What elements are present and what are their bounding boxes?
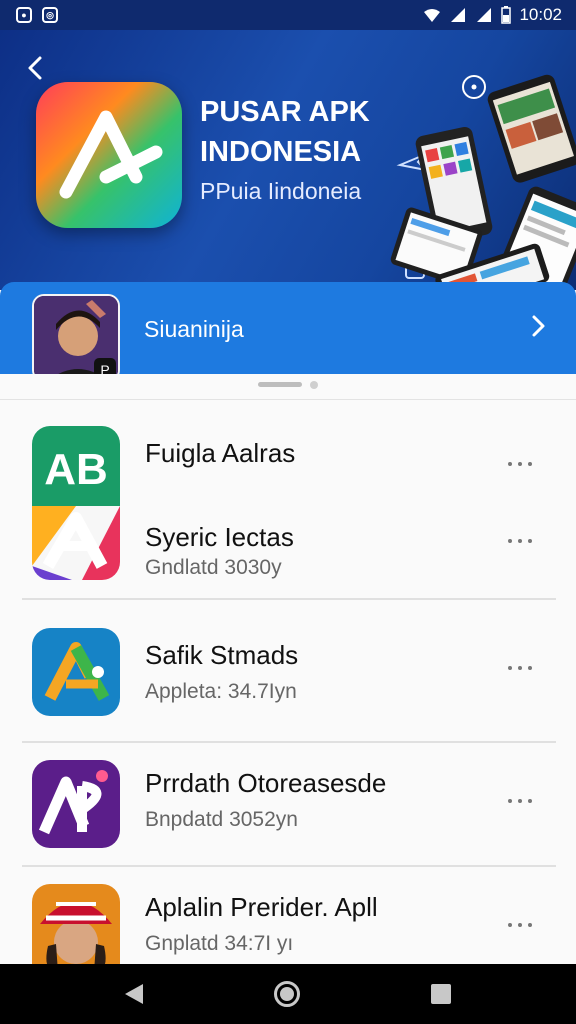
divider xyxy=(22,598,556,600)
notification-icon: ● xyxy=(16,7,32,23)
app-subtitle: Bnpdatd 3052yn xyxy=(145,808,298,831)
app-subtitle: Gndlatd 3030y xyxy=(145,556,282,579)
account-bar[interactable]: P Siuaninija xyxy=(0,282,576,382)
drag-handle-dot xyxy=(310,381,318,389)
hero-title: PUSAR APK INDONESIA xyxy=(200,96,370,168)
more-options-icon[interactable] xyxy=(508,664,532,672)
more-options-icon[interactable] xyxy=(508,797,532,805)
app-subtitle: Appleta: 34.7Iyn xyxy=(145,680,297,703)
app-icon-safik[interactable] xyxy=(32,628,120,716)
divider xyxy=(22,865,556,867)
signal-icon xyxy=(451,8,466,22)
nav-recents-icon[interactable] xyxy=(430,984,451,1004)
back-arrow-icon[interactable] xyxy=(22,54,50,82)
status-time: 10:02 xyxy=(519,5,562,24)
drag-handle[interactable] xyxy=(258,382,302,387)
battery-icon xyxy=(501,6,512,24)
more-options-icon[interactable] xyxy=(508,921,532,929)
hero-banner: PUSAR APK INDONESIA PPuia Iindoneia xyxy=(0,30,576,290)
signal-icon xyxy=(477,8,492,22)
app-title[interactable]: Fuigla Aalras xyxy=(145,438,295,469)
person-avatar-icon: P xyxy=(34,296,118,380)
avatar: P xyxy=(32,294,120,382)
system-nav-bar xyxy=(0,964,576,1024)
app-title[interactable]: Syeric Iectas xyxy=(145,522,294,553)
app-icon-aplalin[interactable] xyxy=(32,884,120,964)
more-options-icon[interactable] xyxy=(508,537,532,545)
logo-a-icon xyxy=(59,110,163,199)
app-title[interactable]: Safik Stmads xyxy=(145,640,298,671)
notification-icon: ◎ xyxy=(42,7,58,23)
hero-subtitle: PPuia Iindoneia xyxy=(200,178,362,204)
chevron-right-icon[interactable] xyxy=(524,312,552,340)
app-icon-ap[interactable] xyxy=(32,760,120,848)
svg-text:AB: AB xyxy=(44,445,108,494)
app-title[interactable]: Prrdath Otoreasesde xyxy=(145,768,386,799)
app-title[interactable]: Aplalin Prerider. Apll xyxy=(145,892,378,923)
app-list-sheet: AB Fuigla Aalras Syeric Iectas Gndlatd 3… xyxy=(0,374,576,964)
wifi-icon xyxy=(424,9,441,22)
status-bar: ● ◎ 10:02 xyxy=(0,0,576,30)
app-logo xyxy=(36,82,182,228)
app-subtitle: Gnplatd 34:7I yı xyxy=(145,932,294,955)
divider xyxy=(0,399,576,400)
app-icon-ab[interactable]: AB xyxy=(32,426,120,580)
more-options-icon[interactable] xyxy=(508,460,532,468)
nav-back-icon[interactable] xyxy=(125,984,144,1004)
nav-home-icon[interactable] xyxy=(273,981,300,1007)
devices-illustration xyxy=(390,74,576,290)
divider xyxy=(22,741,556,743)
account-name: Siuaninija xyxy=(144,316,244,342)
